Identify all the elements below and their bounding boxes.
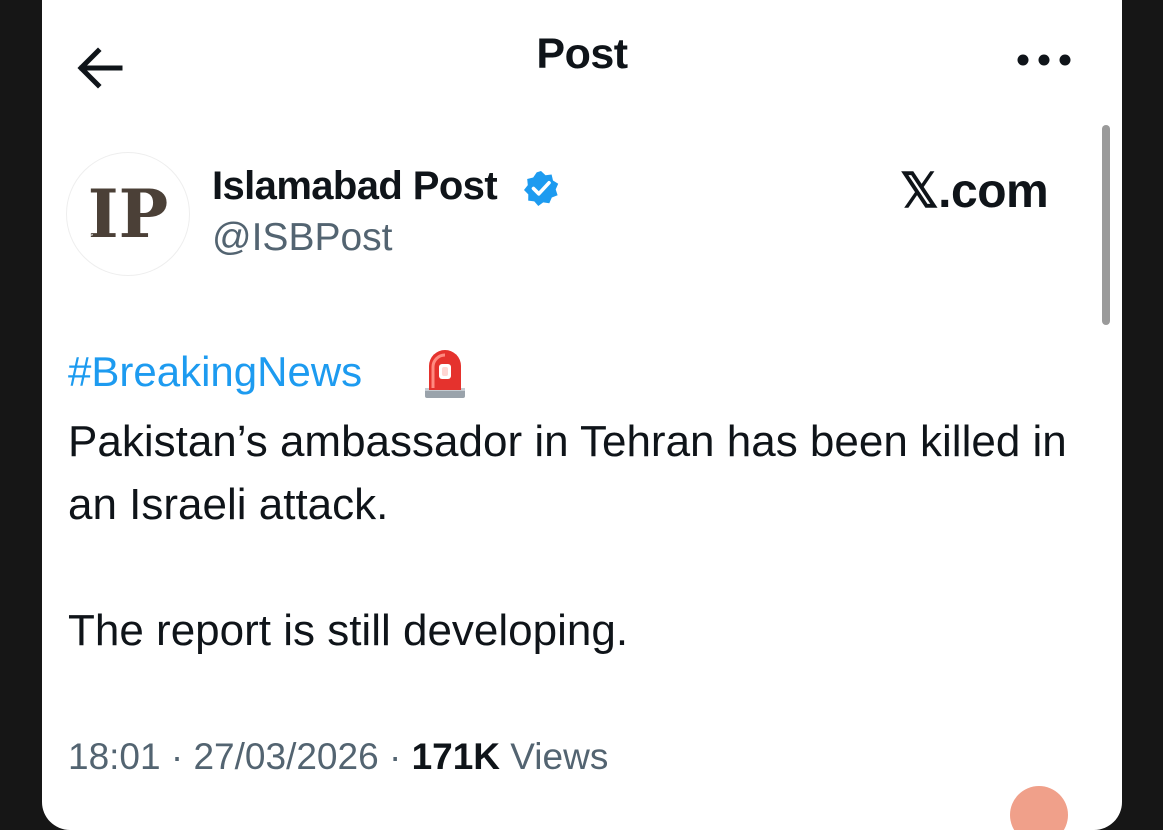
islamabad-post-logo: IP ISLAMABAD POST — [87, 175, 169, 256]
author-handle[interactable]: @ISBPost — [212, 216, 393, 260]
rotating-light-icon — [422, 348, 468, 400]
meta-separator: · — [170, 736, 184, 777]
x-watermark: 𝕏.com — [900, 165, 1049, 218]
scrollbar[interactable] — [1102, 125, 1110, 325]
views-label: Views — [510, 736, 609, 777]
post-time[interactable]: 18:01 — [68, 736, 161, 777]
views-count: 171K — [411, 736, 501, 777]
avatar[interactable]: IP ISLAMABAD POST — [66, 152, 190, 276]
post-text-paragraph: The report is still developing. — [68, 606, 629, 655]
ellipsis-icon — [1017, 54, 1071, 66]
post-screen: Post IP ISLAMABAD POST Islamabad Post @I… — [42, 0, 1122, 830]
meta-separator: · — [388, 736, 402, 777]
hashtag-link[interactable]: #BreakingNews — [68, 348, 362, 396]
post-date[interactable]: 27/03/2026 — [193, 736, 378, 777]
svg-text:IP: IP — [88, 175, 169, 253]
post-text-paragraph: Pakistan’s ambassador in Tehran has been… — [68, 417, 1067, 529]
author-name[interactable]: Islamabad Post — [212, 164, 498, 209]
page-title: Post — [536, 30, 628, 78]
svg-text:ISLAMABAD POST: ISLAMABAD POST — [87, 211, 93, 256]
post-body: Pakistan’s ambassador in Tehran has been… — [68, 410, 1108, 662]
verified-badge-icon — [522, 169, 560, 207]
post-meta: 18:01 · 27/03/2026 · 171K Views — [68, 736, 608, 778]
partial-avatar — [1010, 786, 1068, 830]
more-options-button[interactable] — [1012, 46, 1076, 74]
